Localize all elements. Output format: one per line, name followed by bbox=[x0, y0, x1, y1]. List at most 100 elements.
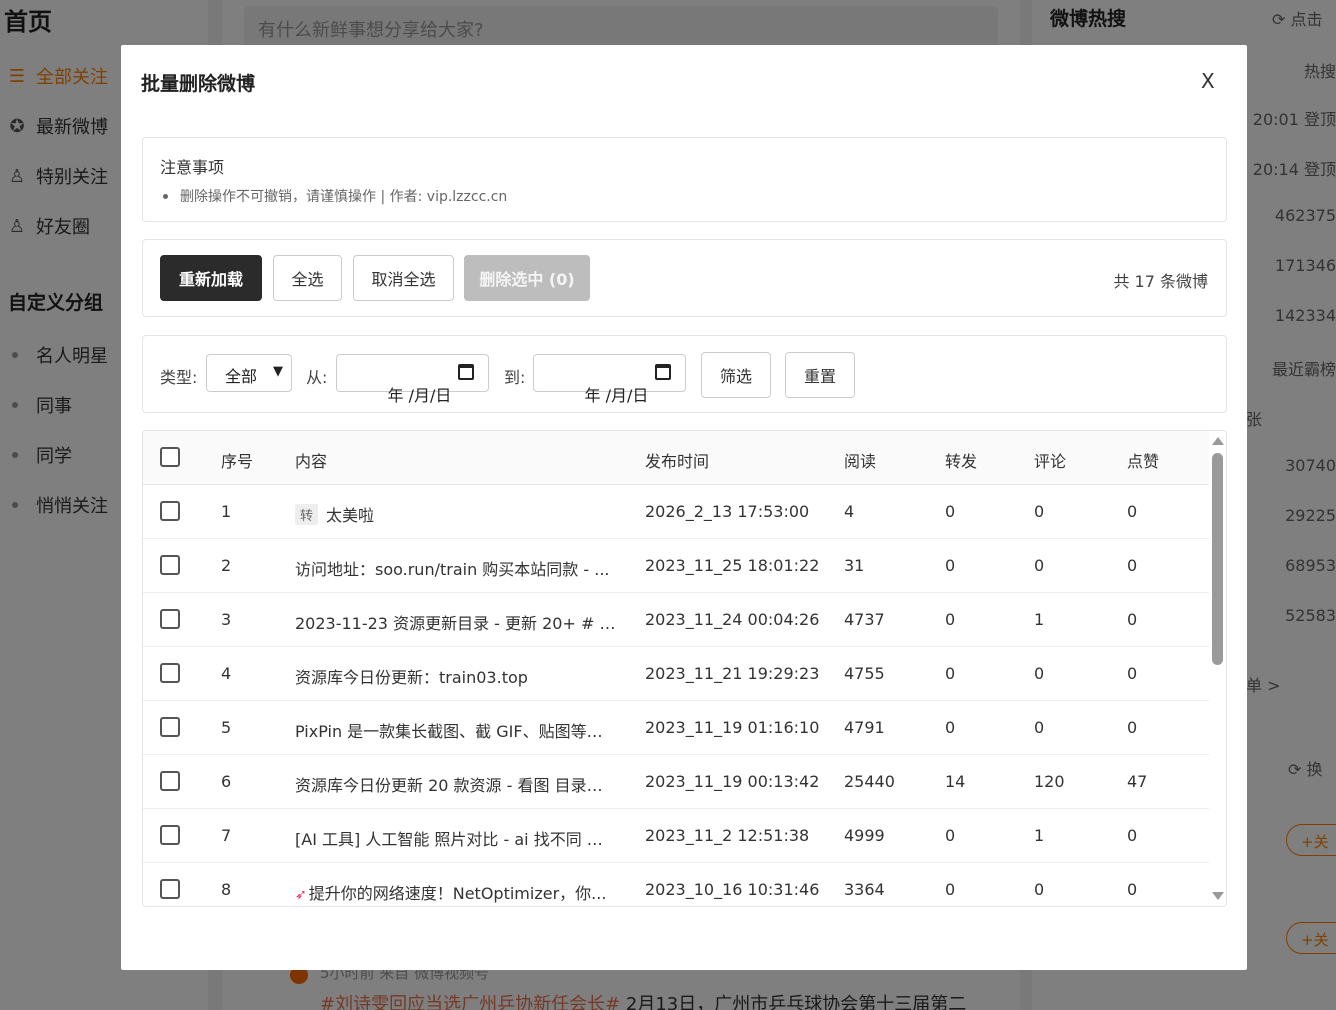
row-index: 8 bbox=[221, 880, 232, 899]
dialog-title: 批量删除微博 bbox=[141, 73, 256, 95]
row-checkbox[interactable] bbox=[160, 501, 180, 521]
row-forward: 0 bbox=[945, 556, 956, 575]
row-checkbox[interactable] bbox=[160, 717, 180, 737]
from-date-input[interactable]: 年 /月/日 bbox=[336, 354, 489, 405]
row-checkbox[interactable] bbox=[160, 555, 180, 575]
row-comment: 0 bbox=[1034, 718, 1045, 737]
row-index: 3 bbox=[221, 610, 232, 629]
select-all-checkbox[interactable] bbox=[160, 447, 180, 467]
from-date-value: 年 /月/日 bbox=[387, 386, 452, 405]
header-like: 点赞 bbox=[1127, 452, 1160, 471]
row-like: 0 bbox=[1127, 610, 1138, 629]
table-row[interactable]: 3 2023-11-23 资源更新目录 - 更新 20+ # 软... 2023… bbox=[143, 593, 1209, 647]
select-all-button[interactable]: 全选 bbox=[273, 255, 342, 301]
row-forward: 0 bbox=[945, 826, 956, 845]
table-row[interactable]: 1 转太美啦 2026_2_13 17:53:00 4 0 0 0 bbox=[143, 485, 1209, 539]
ellipsis: ... bbox=[608, 830, 617, 849]
row-forward: 0 bbox=[945, 502, 956, 521]
batch-delete-dialog: 批量删除微博 X 注意事项 删除操作不可撤销，请谨慎操作 | 作者: vip.l… bbox=[121, 45, 1247, 970]
type-label: 类型: bbox=[160, 368, 198, 387]
row-time: 2023_10_16 10:31:46 bbox=[645, 880, 820, 899]
row-forward: 0 bbox=[945, 664, 956, 683]
notice-item: 删除操作不可撤销，请谨慎操作 | 作者: vip.lzzcc.cn bbox=[163, 186, 507, 206]
total-count: 共 17 条微博 bbox=[1113, 272, 1208, 291]
row-time: 2023_11_2 12:51:38 bbox=[645, 826, 810, 845]
close-icon[interactable]: X bbox=[1201, 69, 1215, 93]
row-index: 6 bbox=[221, 772, 232, 791]
from-label: 从: bbox=[306, 368, 328, 387]
row-read: 4737 bbox=[844, 610, 885, 629]
to-label: 到: bbox=[504, 368, 526, 387]
table-scrollbar[interactable] bbox=[1209, 431, 1226, 906]
calendar-icon[interactable] bbox=[655, 364, 671, 380]
row-content: 访问地址：soo.run/train 购买本站同款 - ... bbox=[295, 560, 610, 579]
row-comment: 0 bbox=[1034, 880, 1045, 899]
row-checkbox[interactable] bbox=[160, 879, 180, 899]
row-checkbox[interactable] bbox=[160, 825, 180, 845]
deselect-all-button[interactable]: 取消全选 bbox=[353, 255, 454, 301]
row-comment: 1 bbox=[1034, 610, 1045, 629]
table-row[interactable]: 8 ➶ 提升你的网络速度！NetOptimizer，你... 2023_10_16… bbox=[143, 863, 1209, 906]
row-like: 0 bbox=[1127, 664, 1138, 683]
row-read: 4999 bbox=[844, 826, 885, 845]
reset-button[interactable]: 重置 bbox=[785, 352, 855, 398]
scroll-up-icon[interactable] bbox=[1212, 437, 1224, 445]
row-content-text: 提升你的网络速度！NetOptimizer，你... bbox=[308, 884, 607, 903]
table-row[interactable]: 5 PixPin 是一款集长截图、截 GIF、贴图等功... 2023_11_1… bbox=[143, 701, 1209, 755]
row-content: 转太美啦 bbox=[295, 502, 617, 526]
action-toolbar: 重新加载 全选 取消全选 删除选中 (0) 共 17 条微博 bbox=[142, 239, 1227, 317]
delete-selected-button[interactable]: 删除选中 (0) bbox=[464, 255, 590, 301]
row-read: 4791 bbox=[844, 718, 885, 737]
row-like: 0 bbox=[1127, 880, 1138, 899]
notice-title: 注意事项 bbox=[160, 158, 225, 177]
header-read: 阅读 bbox=[844, 452, 877, 471]
table-header: 序号 内容 发布时间 阅读 转发 评论 点赞 bbox=[143, 431, 1209, 485]
row-forward: 0 bbox=[945, 610, 956, 629]
row-index: 2 bbox=[221, 556, 232, 575]
scrollbar-thumb[interactable] bbox=[1212, 453, 1223, 665]
weibo-table: 序号 内容 发布时间 阅读 转发 评论 点赞 1 转太美啦 2026_2_13 … bbox=[142, 430, 1227, 907]
repost-badge: 转 bbox=[295, 504, 319, 525]
row-forward: 0 bbox=[945, 880, 956, 899]
row-content: ➶ 提升你的网络速度！NetOptimizer，你... bbox=[295, 880, 617, 904]
type-select[interactable]: 全部 ▼ bbox=[206, 354, 292, 392]
row-checkbox[interactable] bbox=[160, 663, 180, 683]
table-row[interactable]: 4 资源库今日份更新：train03.top 2023_11_21 19:29:… bbox=[143, 647, 1209, 701]
row-content: 资源库今日份更新 20 款资源 - 看图 目录地... bbox=[295, 776, 617, 795]
row-read: 4755 bbox=[844, 664, 885, 683]
chevron-down-icon: ▼ bbox=[273, 364, 283, 379]
calendar-icon[interactable] bbox=[458, 364, 474, 380]
row-index: 1 bbox=[221, 502, 232, 521]
row-index: 5 bbox=[221, 718, 232, 737]
table-row[interactable]: 7 [AI 工具] 人工智能 照片对比 - ai 找不同 ... 2023_11… bbox=[143, 809, 1209, 863]
row-comment: 0 bbox=[1034, 556, 1045, 575]
rocket-icon: ➶ bbox=[295, 887, 307, 903]
notice-text: 删除操作不可撤销，请谨慎操作 | 作者: vip.lzzcc.cn bbox=[180, 189, 508, 205]
to-date-input[interactable]: 年 /月/日 bbox=[533, 354, 686, 405]
row-time: 2026_2_13 17:53:00 bbox=[645, 502, 810, 521]
row-content: [AI 工具] 人工智能 照片对比 - ai 找不同 ... bbox=[295, 826, 617, 850]
row-checkbox[interactable] bbox=[160, 771, 180, 791]
scroll-down-icon[interactable] bbox=[1212, 892, 1224, 900]
row-read: 31 bbox=[844, 556, 865, 575]
row-like: 0 bbox=[1127, 556, 1138, 575]
row-comment: 1 bbox=[1034, 826, 1045, 845]
row-like: 0 bbox=[1127, 826, 1138, 845]
row-content-text: 太美啦 bbox=[326, 506, 375, 525]
table-row[interactable]: 6 资源库今日份更新 20 款资源 - 看图 目录地... 2023_11_19… bbox=[143, 755, 1209, 809]
row-content: 2023-11-23 资源更新目录 - 更新 20+ # 软... bbox=[295, 614, 617, 633]
row-content-text: [AI 工具] 人工智能 照片对比 - ai 找不同 bbox=[295, 830, 587, 849]
notice-panel: 注意事项 删除操作不可撤销，请谨慎操作 | 作者: vip.lzzcc.cn bbox=[142, 137, 1227, 222]
row-time: 2023_11_21 19:29:23 bbox=[645, 664, 820, 683]
row-read: 3364 bbox=[844, 880, 885, 899]
row-comment: 120 bbox=[1034, 772, 1065, 791]
row-forward: 0 bbox=[945, 718, 956, 737]
row-checkbox[interactable] bbox=[160, 609, 180, 629]
filter-button[interactable]: 筛选 bbox=[701, 352, 771, 398]
reload-button[interactable]: 重新加载 bbox=[160, 255, 262, 301]
row-index: 7 bbox=[221, 826, 232, 845]
table-row[interactable]: 2 访问地址：soo.run/train 购买本站同款 - ... 2023_1… bbox=[143, 539, 1209, 593]
row-like: 0 bbox=[1127, 718, 1138, 737]
bullet bbox=[163, 193, 168, 199]
to-date-value: 年 /月/日 bbox=[584, 386, 649, 405]
